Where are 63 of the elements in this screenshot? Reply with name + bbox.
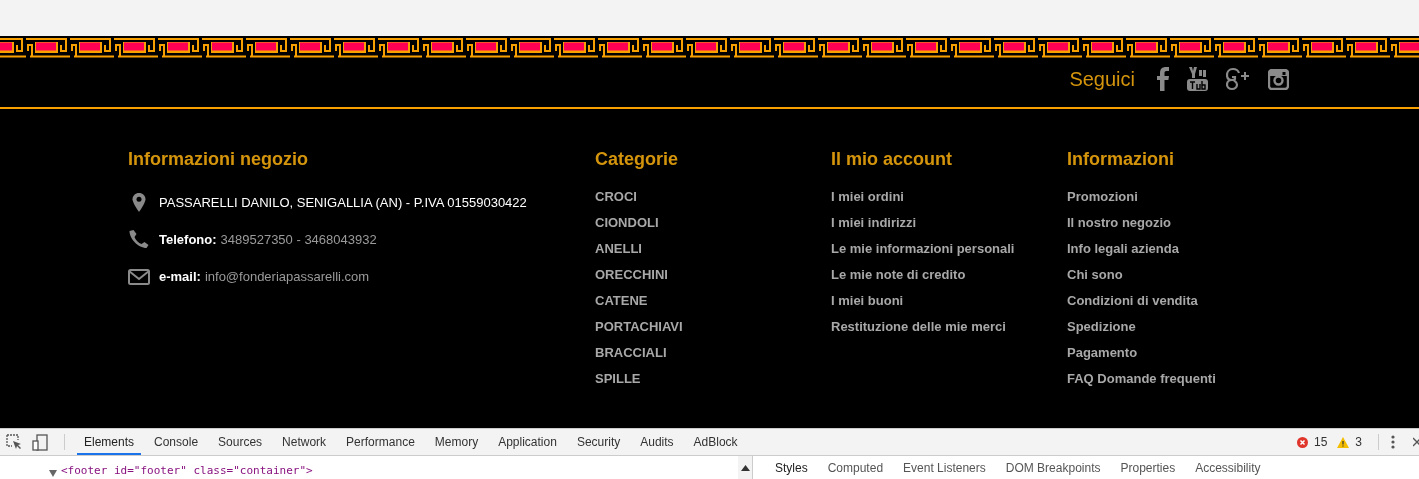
sidebar-tab[interactable]: Accessibility — [1185, 460, 1271, 475]
facebook-icon[interactable] — [1157, 67, 1169, 91]
footer-link[interactable]: BRACCIALI — [595, 340, 831, 366]
sidebar-tab[interactable]: DOM Breakpoints — [995, 460, 1111, 475]
youtube-icon[interactable] — [1187, 67, 1208, 91]
column-heading: Il mio account — [831, 149, 954, 170]
footer-link[interactable]: I miei ordini — [831, 184, 1067, 210]
devtools-tab[interactable]: Elements — [77, 429, 142, 455]
devtools-tab[interactable]: AdBlock — [686, 429, 745, 455]
footer-link[interactable]: CIONDOLI — [595, 210, 831, 236]
footer-link[interactable]: Restituzione delle mie merci — [831, 314, 1067, 340]
contact-text: e-mail: info@fonderiapassarelli.com — [159, 269, 370, 284]
footer-link[interactable]: Pagamento — [1067, 340, 1216, 366]
devtools-tab[interactable]: Performance — [339, 429, 422, 455]
contact-text: PASSARELLI DANILO, SENIGALLIA (AN) - P.IVA 01559030422 — [159, 195, 527, 210]
footer-link[interactable]: I miei indirizzi — [831, 210, 1067, 236]
footer-link[interactable]: Condizioni di vendita — [1067, 288, 1216, 314]
footer-link[interactable]: Le mie informazioni personali — [831, 236, 1067, 262]
sidebar-tab[interactable]: Computed — [817, 460, 894, 475]
footer-link[interactable]: SPILLE — [595, 366, 831, 392]
devtools-tab[interactable]: Security — [569, 429, 628, 455]
error-icon — [1296, 436, 1308, 448]
footer-link[interactable]: Info legali azienda — [1067, 236, 1216, 262]
footer-link[interactable]: CATENE — [595, 288, 831, 314]
footer-link[interactable]: CROCI — [595, 184, 831, 210]
more-options-icon[interactable] — [1391, 435, 1395, 449]
devtools-tab[interactable]: Network — [275, 429, 334, 455]
devtools-tab[interactable]: Sources — [211, 429, 270, 455]
devtools-tab[interactable]: Audits — [633, 429, 681, 455]
contact-text: Telefono: 3489527350 - 3468043932 — [159, 232, 377, 247]
devtools-tab[interactable]: Memory — [427, 429, 486, 455]
footer-link[interactable]: Il nostro negozio — [1067, 210, 1216, 236]
footer-link[interactable]: FAQ Domande frequenti — [1067, 366, 1216, 392]
warning-count: 3 — [1355, 435, 1362, 449]
expand-triangle-icon[interactable] — [49, 470, 57, 477]
instagram-icon[interactable] — [1268, 68, 1289, 90]
footer-link[interactable]: Spedizione — [1067, 314, 1216, 340]
footer-link[interactable]: PORTACHIAVI — [595, 314, 831, 340]
footer-link[interactable]: Promozioni — [1067, 184, 1216, 210]
footer-link[interactable]: ANELLI — [595, 236, 831, 262]
sidebar-tab[interactable]: Properties — [1110, 460, 1186, 475]
google-plus-icon[interactable] — [1226, 67, 1250, 91]
inspect-icon[interactable] — [6, 434, 22, 450]
sidebar-tab[interactable]: Event Listeners — [893, 460, 996, 475]
follow-label: Seguici — [1069, 67, 1135, 91]
column-heading: Informazioni negozio — [128, 149, 309, 170]
footer-link[interactable]: Le mie note di credito — [831, 262, 1067, 288]
device-toolbar-icon[interactable] — [32, 433, 48, 451]
footer-link[interactable]: I miei buoni — [831, 288, 1067, 314]
column-heading: Categorie — [595, 149, 680, 170]
warning-icon — [1337, 436, 1350, 448]
error-count: 15 — [1313, 435, 1328, 449]
scroll-up-icon[interactable] — [740, 464, 750, 471]
close-icon[interactable] — [1413, 437, 1419, 447]
sidebar-tab[interactable]: Styles — [765, 460, 818, 475]
footer-link[interactable]: ORECCHINI — [595, 262, 831, 288]
footer-link[interactable]: Chi sono — [1067, 262, 1216, 288]
column-heading: Informazioni — [1067, 149, 1175, 170]
phone-icon — [128, 230, 150, 249]
devtools-tab[interactable]: Application — [491, 429, 564, 455]
envelope-icon — [128, 268, 150, 285]
html-code-line[interactable]: <footer id="footer" class="container"> — [61, 464, 313, 477]
devtools-tab[interactable]: Console — [147, 429, 206, 455]
